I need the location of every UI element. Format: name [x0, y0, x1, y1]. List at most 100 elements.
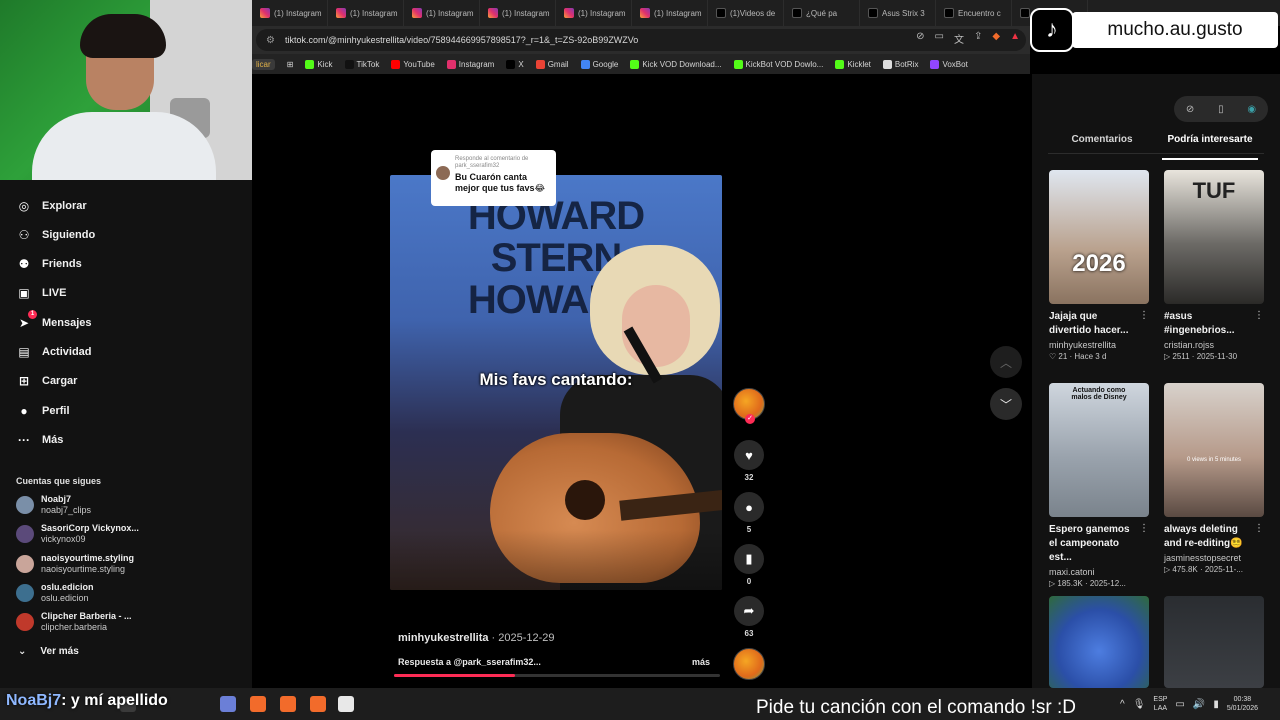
video-reply-to[interactable]: Respuesta a @park_sserafim32...: [398, 657, 541, 667]
suggested-video-card[interactable]: [1049, 596, 1153, 688]
more-button[interactable]: más: [692, 657, 710, 667]
save-button[interactable]: ▮ 0: [732, 544, 766, 586]
card-author[interactable]: maxi.catoni: [1049, 567, 1153, 577]
video-thumbnail[interactable]: 0 views in 5 minutes: [1164, 383, 1264, 517]
autoscroll-icon[interactable]: ⊘: [1186, 104, 1194, 115]
see-more-button[interactable]: ⌄ Ver más: [18, 646, 79, 657]
url-input[interactable]: ⚙ tiktok.com/@minhyukestrellita/video/75…: [256, 29, 1026, 51]
chevron-down-icon: ⌄: [18, 646, 27, 657]
volume-icon[interactable]: 🔊: [1193, 699, 1205, 710]
card-author[interactable]: cristian.rojss: [1164, 340, 1268, 350]
sidebar-item-perfil[interactable]: ● Perfil: [16, 403, 69, 419]
brave-shield-icon[interactable]: ◆: [992, 31, 1000, 46]
comment-button[interactable]: ● 5: [732, 492, 766, 534]
more-options-icon[interactable]: ⋮: [1139, 310, 1149, 321]
video-author[interactable]: minhyukestrellita: [398, 632, 488, 644]
microphone-icon[interactable]: 🎙: [1133, 699, 1146, 710]
taskbar-file-icon[interactable]: [338, 696, 354, 712]
rewards-icon[interactable]: ▲: [1010, 31, 1020, 46]
sidebar-item-cargar[interactable]: ⊞ Cargar: [16, 373, 78, 389]
video-thumbnail[interactable]: TUF: [1164, 170, 1264, 304]
video-thumbnail[interactable]: [1164, 596, 1264, 688]
browser-tab[interactable]: (1) Instagram: [556, 0, 632, 26]
following-account[interactable]: Clipcher Barberia - ... clipcher.barberia: [16, 611, 132, 633]
bookmark-item[interactable]: Google: [580, 59, 618, 69]
suggested-video-card[interactable]: Actuando como malos de Disney Espero gane…: [1049, 383, 1153, 588]
share-button[interactable]: ➦ 63: [732, 596, 766, 638]
bookmark-item[interactable]: X: [506, 59, 524, 69]
video-player[interactable]: HOWARD STERN HOWARD Mis favs cantando:: [390, 175, 722, 590]
following-account[interactable]: Noabj7 noabj7_clips: [16, 494, 91, 516]
card-author[interactable]: minhyukestrellita: [1049, 340, 1153, 350]
video-thumbnail[interactable]: 2026: [1049, 170, 1149, 304]
sidebar-item-siguiendo[interactable]: ⚇ Siguiendo: [16, 227, 96, 243]
language-indicator[interactable]: ESP LAA: [1153, 695, 1167, 713]
browser-tab[interactable]: (1) Instagram: [632, 0, 708, 26]
creator-avatar-button[interactable]: ✓: [732, 388, 766, 424]
apps-grid-icon[interactable]: ⊞: [287, 60, 294, 69]
previous-video-button[interactable]: ︿: [990, 346, 1022, 378]
site-settings-icon[interactable]: ⚙: [266, 35, 275, 46]
sidebar-item-mensajes[interactable]: ➤ 1 Mensajes: [16, 310, 92, 331]
more-options-icon[interactable]: ⋮: [1254, 310, 1264, 321]
video-author-line[interactable]: minhyukestrellita · 2025-12-29: [398, 632, 555, 644]
following-account[interactable]: oslu.edicion oslu.edicion: [16, 582, 94, 604]
following-account[interactable]: naoisyourtime.styling naoisyourtime.styli…: [16, 553, 134, 575]
browser-tab[interactable]: Asus Strix 3: [860, 0, 936, 26]
browser-tab[interactable]: (1) Instagram: [328, 0, 404, 26]
network-icon[interactable]: ▭: [1175, 699, 1184, 710]
sidebar-item-friends[interactable]: ⚉ Friends: [16, 256, 82, 272]
more-options-icon[interactable]: ⋮: [1254, 523, 1264, 534]
taskbar-brave-icon[interactable]: [310, 696, 326, 712]
browser-tab[interactable]: (1) Instagram: [252, 0, 328, 26]
suggested-video-card[interactable]: [1164, 596, 1268, 688]
translate-icon[interactable]: 文: [954, 31, 964, 46]
tab-suggestions[interactable]: Podría interesarte: [1156, 132, 1264, 160]
bookmark-item[interactable]: TikTok: [344, 59, 379, 69]
sidebar-item-explorar[interactable]: ◎ Explorar: [16, 198, 87, 214]
bookmark-item[interactable]: Kicklet: [835, 59, 871, 69]
suggested-video-card[interactable]: 0 views in 5 minutes always deleting and …: [1164, 383, 1268, 574]
sidebar-item-ms[interactable]: ··· Más: [16, 432, 63, 448]
bookmark-item[interactable]: Instagram: [446, 59, 494, 69]
cast-icon[interactable]: ▭: [935, 31, 944, 46]
taskbar-brave-icon[interactable]: [280, 696, 296, 712]
next-video-button[interactable]: ﹀: [990, 388, 1022, 420]
browser-tab[interactable]: (1)Videos de: [708, 0, 784, 26]
suggested-video-card[interactable]: 2026 Jajaja que divertido hacer... minhyuk…: [1049, 170, 1153, 361]
bookmark-item[interactable]: YouTube: [391, 59, 435, 69]
like-button[interactable]: ♥ 32: [732, 440, 766, 482]
share-icon[interactable]: ⇪: [974, 31, 982, 46]
sidebar-item-live[interactable]: ▣ LIVE: [16, 285, 66, 301]
bookmark-item[interactable]: KickBot VOD Dowlo...: [733, 59, 823, 69]
video-thumbnail[interactable]: Actuando como malos de Disney: [1049, 383, 1149, 517]
no-tracking-icon[interactable]: ⊘: [916, 31, 924, 46]
bookmark-item[interactable]: BotRix: [882, 59, 918, 69]
browser-tab[interactable]: (1) Instagram: [404, 0, 480, 26]
user-avatar-icon[interactable]: ◉: [1247, 104, 1256, 115]
clock[interactable]: 00:38 5/01/2026: [1227, 695, 1258, 713]
taskbar-brave-icon[interactable]: [250, 696, 266, 712]
bookmark-item[interactable]: Kick: [305, 59, 333, 69]
bookmark-item[interactable]: VoxBot: [930, 59, 968, 69]
taskbar-app-icon[interactable]: [220, 696, 236, 712]
video-progress-bar[interactable]: [394, 674, 720, 677]
following-account[interactable]: SasoriCorp Vickynox... vickynox09: [16, 523, 139, 545]
browser-tab[interactable]: (1) Instagram: [480, 0, 556, 26]
bookmark-item[interactable]: licar: [252, 58, 275, 70]
tab-comments[interactable]: Comentarios: [1048, 132, 1156, 153]
phone-view-icon[interactable]: ▯: [1218, 104, 1224, 115]
sidebar-item-actividad[interactable]: ▤ Actividad: [16, 344, 91, 360]
bookmark-item[interactable]: Gmail: [535, 59, 569, 69]
video-thumbnail[interactable]: [1049, 596, 1149, 688]
card-author[interactable]: jasminesstopsecret: [1164, 553, 1268, 563]
browser-tab[interactable]: Encuentro c: [936, 0, 1012, 26]
browser-tab[interactable]: ¿Qué pa: [784, 0, 860, 26]
follow-plus-icon[interactable]: ✓: [745, 414, 755, 424]
suggested-video-card[interactable]: TUF #asus #ingenebrios... cristian.rojss ▷ …: [1164, 170, 1268, 361]
sound-disc-button[interactable]: [732, 648, 766, 680]
chevron-up-icon[interactable]: ^: [1120, 699, 1125, 710]
battery-icon[interactable]: ▮: [1213, 699, 1219, 710]
more-options-icon[interactable]: ⋮: [1139, 523, 1149, 534]
bookmark-item[interactable]: Kick VOD Download...: [630, 59, 722, 69]
